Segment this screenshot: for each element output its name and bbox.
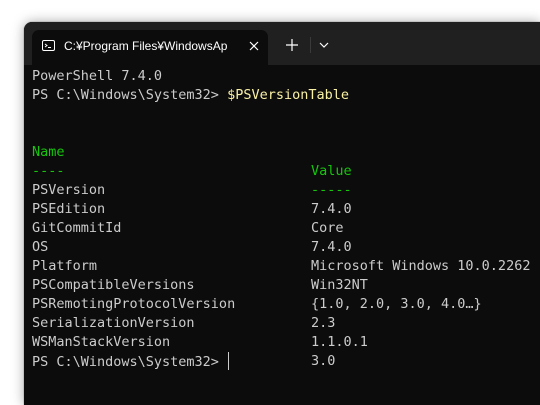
prompt: PS C:\Windows\System32> — [32, 354, 228, 370]
plus-icon[interactable] — [282, 35, 302, 55]
table-row: OS Microsoft Windows 10.0.2262 — [32, 219, 540, 274]
close-icon[interactable] — [247, 39, 261, 53]
table-row: GitCommitId 7.4.0 — [32, 200, 540, 255]
tab-title: C:¥Program Files¥WindowsAp — [64, 39, 228, 53]
command-text: $PSVersionTable — [227, 87, 349, 103]
table-row: PSVersion 7.4.0 — [32, 162, 540, 217]
table-header: Name Value — [32, 124, 540, 179]
terminal-window: C:¥Program Files¥WindowsAp PowerShell 7.… — [24, 22, 540, 405]
table-underline: ---- ----- — [32, 143, 540, 198]
terminal-icon — [42, 40, 55, 51]
tab-separator — [310, 37, 311, 53]
banner-line: PowerShell 7.4.0 — [32, 68, 163, 84]
row-name: WSManStackVersion — [32, 334, 171, 350]
table-row: PSRemotingProtocolVersion 2.3 — [32, 276, 540, 331]
table-row: PSEdition Core — [32, 181, 540, 236]
prompt-line[interactable]: PS C:\Windows\System32> — [32, 352, 230, 371]
title-bar: C:¥Program Files¥WindowsAp — [24, 22, 540, 65]
chevron-down-icon[interactable] — [314, 35, 334, 55]
command-line: PS C:\Windows\System32> $PSVersionTable — [32, 86, 349, 105]
tab-powershell[interactable]: C:¥Program Files¥WindowsAp — [32, 30, 268, 65]
table-row: Platform Win32NT — [32, 238, 540, 293]
table-row: PSCompatibleVersions {1.0, 2.0, 3.0, 4.0… — [32, 257, 540, 312]
prompt: PS C:\Windows\System32> — [32, 87, 228, 103]
row-value: 1.1.0.1 — [311, 334, 368, 350]
row-value: 3.0 — [311, 353, 336, 369]
terminal-output[interactable]: PowerShell 7.4.0 PS C:\Windows\System32>… — [32, 67, 540, 405]
text-cursor — [228, 352, 230, 370]
table-row: WSManStackVersion 3.0 — [32, 314, 540, 369]
table-row: SerializationVersion 1.1.0.1 — [32, 295, 540, 350]
